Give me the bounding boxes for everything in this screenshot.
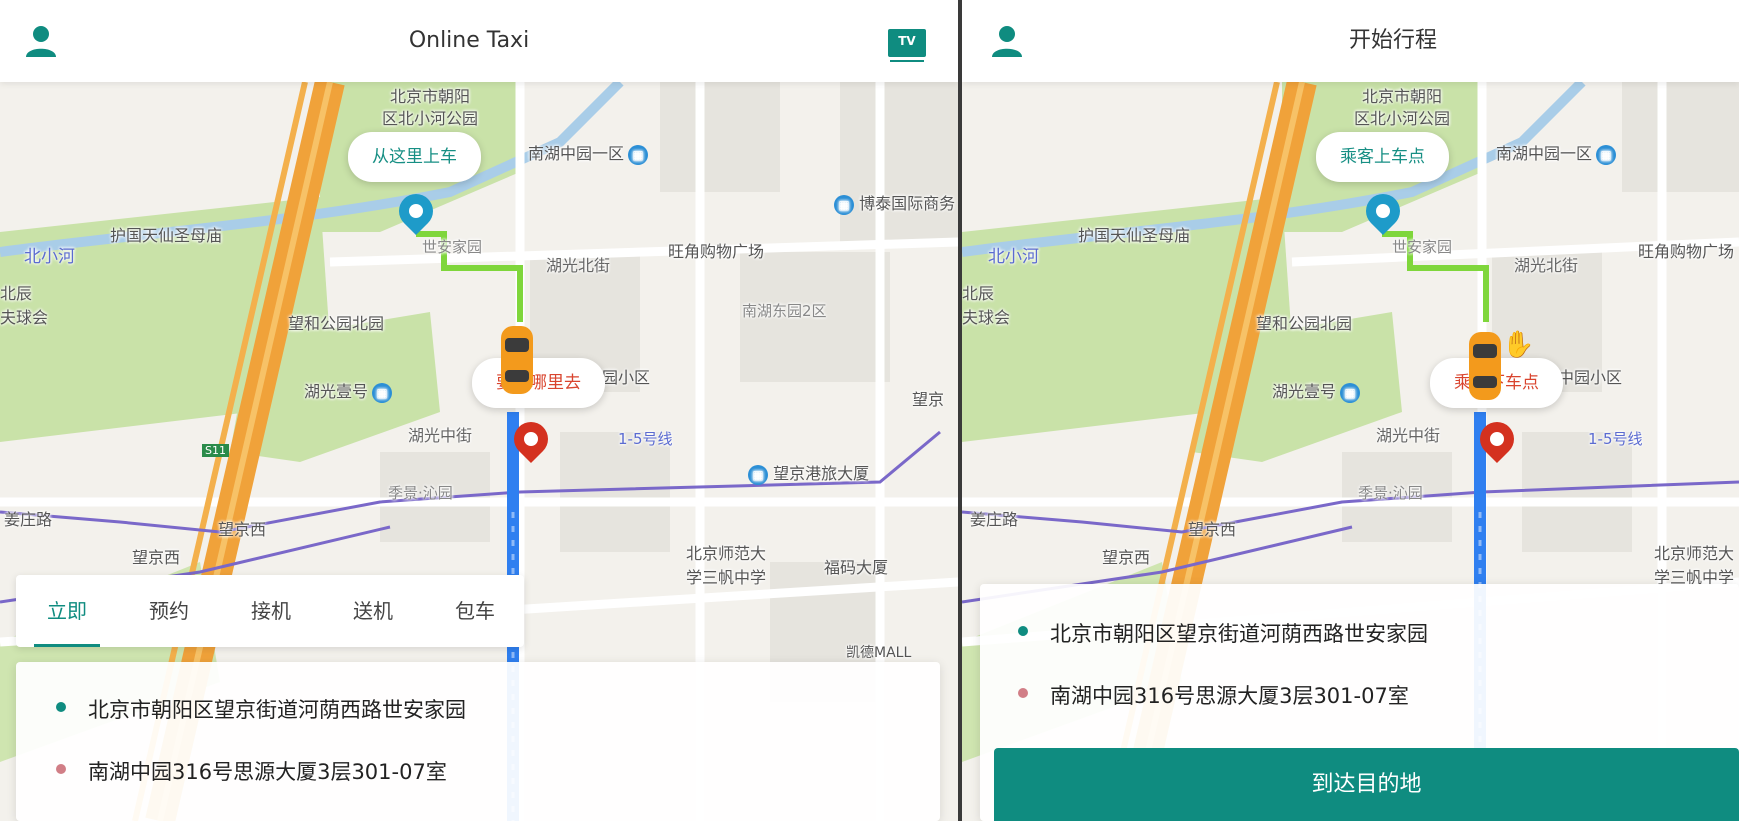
map-label: 望京西 (1188, 520, 1237, 539)
map-label: 旺角购物广场 (668, 242, 765, 261)
map-label: 湖光中街 (408, 426, 473, 445)
building-icon: ▦ (1340, 382, 1361, 403)
map-label: 湖光中街 (1376, 426, 1441, 445)
map-label: 季景·沁园 (388, 484, 453, 502)
map-label: 南湖东园2区 (742, 302, 827, 320)
map-label: 护国天仙圣母庙 (1078, 226, 1191, 245)
map-label: 世安家园 (422, 238, 483, 256)
highway-badge: S11 (202, 444, 229, 457)
right-panel: 开始行程 北京市朝阳 区北小河公园 南湖中园一区 ▦ 护国天仙圣母庙 北小河 世… (962, 0, 1739, 821)
top-bar: 开始行程 (962, 0, 1739, 82)
tab-airport-pickup[interactable]: 接机 (228, 575, 314, 647)
map-label: 季景·沁园 (1358, 484, 1423, 502)
arrive-destination-button[interactable]: 到达目的地 (994, 748, 1739, 821)
building-icon: ▦ (372, 382, 393, 403)
tv-icon[interactable]: TV (888, 29, 926, 62)
map-label: 望京西 (1102, 548, 1151, 567)
map-label: 南湖中园一区 ▦ (1496, 140, 1617, 165)
building-icon: ▦ (834, 194, 854, 215)
pickup-dot-icon (56, 702, 66, 712)
map-label: 北小河 (988, 247, 1039, 267)
map-label: 湖光北街 (1514, 256, 1579, 275)
hand-cursor-icon: ✋ (1502, 330, 1535, 360)
tab-reserve[interactable]: 预约 (126, 575, 212, 647)
destination-address: 南湖中园316号思源大厦3层301-07室 (1050, 684, 1409, 708)
tab-charter[interactable]: 包车 (432, 575, 518, 647)
map-label: 望京 (912, 390, 945, 409)
pickup-address: 北京市朝阳区望京街道河荫西路世安家园 (88, 698, 466, 722)
map-label: ▦ 望京港旅大厦 (744, 460, 869, 485)
map-label: 湖光壹号 ▦ (1272, 378, 1361, 403)
map-label: 望和公园北园 (288, 314, 385, 333)
destination-address: 南湖中园316号思源大厦3层301-07室 (88, 760, 447, 784)
map-label: 姜庄路 (4, 510, 53, 529)
map-label: 望京西 (218, 520, 267, 539)
building-icon: ▦ (748, 464, 768, 485)
map-label: 湖光壹号 ▦ (304, 378, 393, 403)
taxi-car-icon (501, 326, 533, 394)
map-label: 望京西 (132, 548, 181, 567)
pickup-dot-icon (1018, 626, 1028, 636)
tab-airport-dropoff[interactable]: 送机 (330, 575, 416, 647)
destination-dot-icon (1018, 688, 1028, 698)
page-title: 开始行程 (1348, 28, 1437, 53)
pickup-address: 北京市朝阳区望京街道河荫西路世安家园 (1050, 622, 1428, 646)
building-icon: ▦ (628, 144, 649, 165)
address-card: 北京市朝阳区望京街道河荫西路世安家园 南湖中园316号思源大厦3层301-07室 (16, 662, 940, 821)
map-label: 北辰 夫球会 (0, 284, 49, 327)
map-label: 旺角购物广场 (1638, 242, 1735, 261)
map-label: 北京师范大 学三帆中学 (686, 544, 767, 587)
building-icon: ▦ (1596, 144, 1617, 165)
map-label: 1-5号线 (618, 430, 673, 448)
top-bar: Online Taxi TV (0, 0, 958, 82)
map-label: 世安家园 (1392, 238, 1453, 256)
pickup-address-row[interactable]: 北京市朝阳区望京街道河荫西路世安家园 (1018, 618, 1428, 648)
map-label: 望和公园北园 (1256, 314, 1353, 333)
taxi-car-icon (1469, 332, 1501, 400)
map-label: 凯德MALL (846, 645, 912, 661)
ride-type-tabs: 立即 预约 接机 送机 包车 (16, 575, 524, 647)
pickup-bubble[interactable]: 乘客上车点 (1316, 132, 1449, 182)
left-panel: Online Taxi TV 北京市朝阳 区北小河公园 南湖中园一区 ▦ ▦ 博… (0, 0, 958, 821)
destination-address-row[interactable]: 南湖中园316号思源大厦3层301-07室 (56, 756, 447, 786)
destination-address-row[interactable]: 南湖中园316号思源大厦3层301-07室 (1018, 680, 1409, 710)
map-label: 北京市朝阳 区北小河公园 (382, 87, 479, 128)
map-label: 北京市朝阳 区北小河公园 (1354, 87, 1451, 128)
page-title: Online Taxi (408, 28, 530, 53)
destination-bubble[interactable]: 要到哪里去 (472, 358, 605, 408)
map-label: 南湖中园一区 ▦ (528, 140, 649, 165)
tab-immediate[interactable]: 立即 (24, 575, 110, 647)
map-label: 北京师范大 学三帆中学 (1654, 544, 1735, 587)
map-label: 1-5号线 (1588, 430, 1643, 448)
destination-dot-icon (56, 764, 66, 774)
map-label: 北小河 (24, 247, 75, 267)
map-label: 北辰 夫球会 (962, 284, 1011, 327)
map-label: ▦ 博泰国际商务 (830, 190, 955, 215)
pickup-bubble[interactable]: 从这里上车 (348, 132, 481, 182)
map-label: 福码大厦 (824, 558, 889, 577)
pickup-address-row[interactable]: 北京市朝阳区望京街道河荫西路世安家园 (56, 694, 466, 724)
map-label: 湖光北街 (546, 256, 611, 275)
map-label: 中园小区 (1558, 368, 1623, 387)
map-label: 姜庄路 (970, 510, 1019, 529)
map-label: 护国天仙圣母庙 (110, 226, 223, 245)
